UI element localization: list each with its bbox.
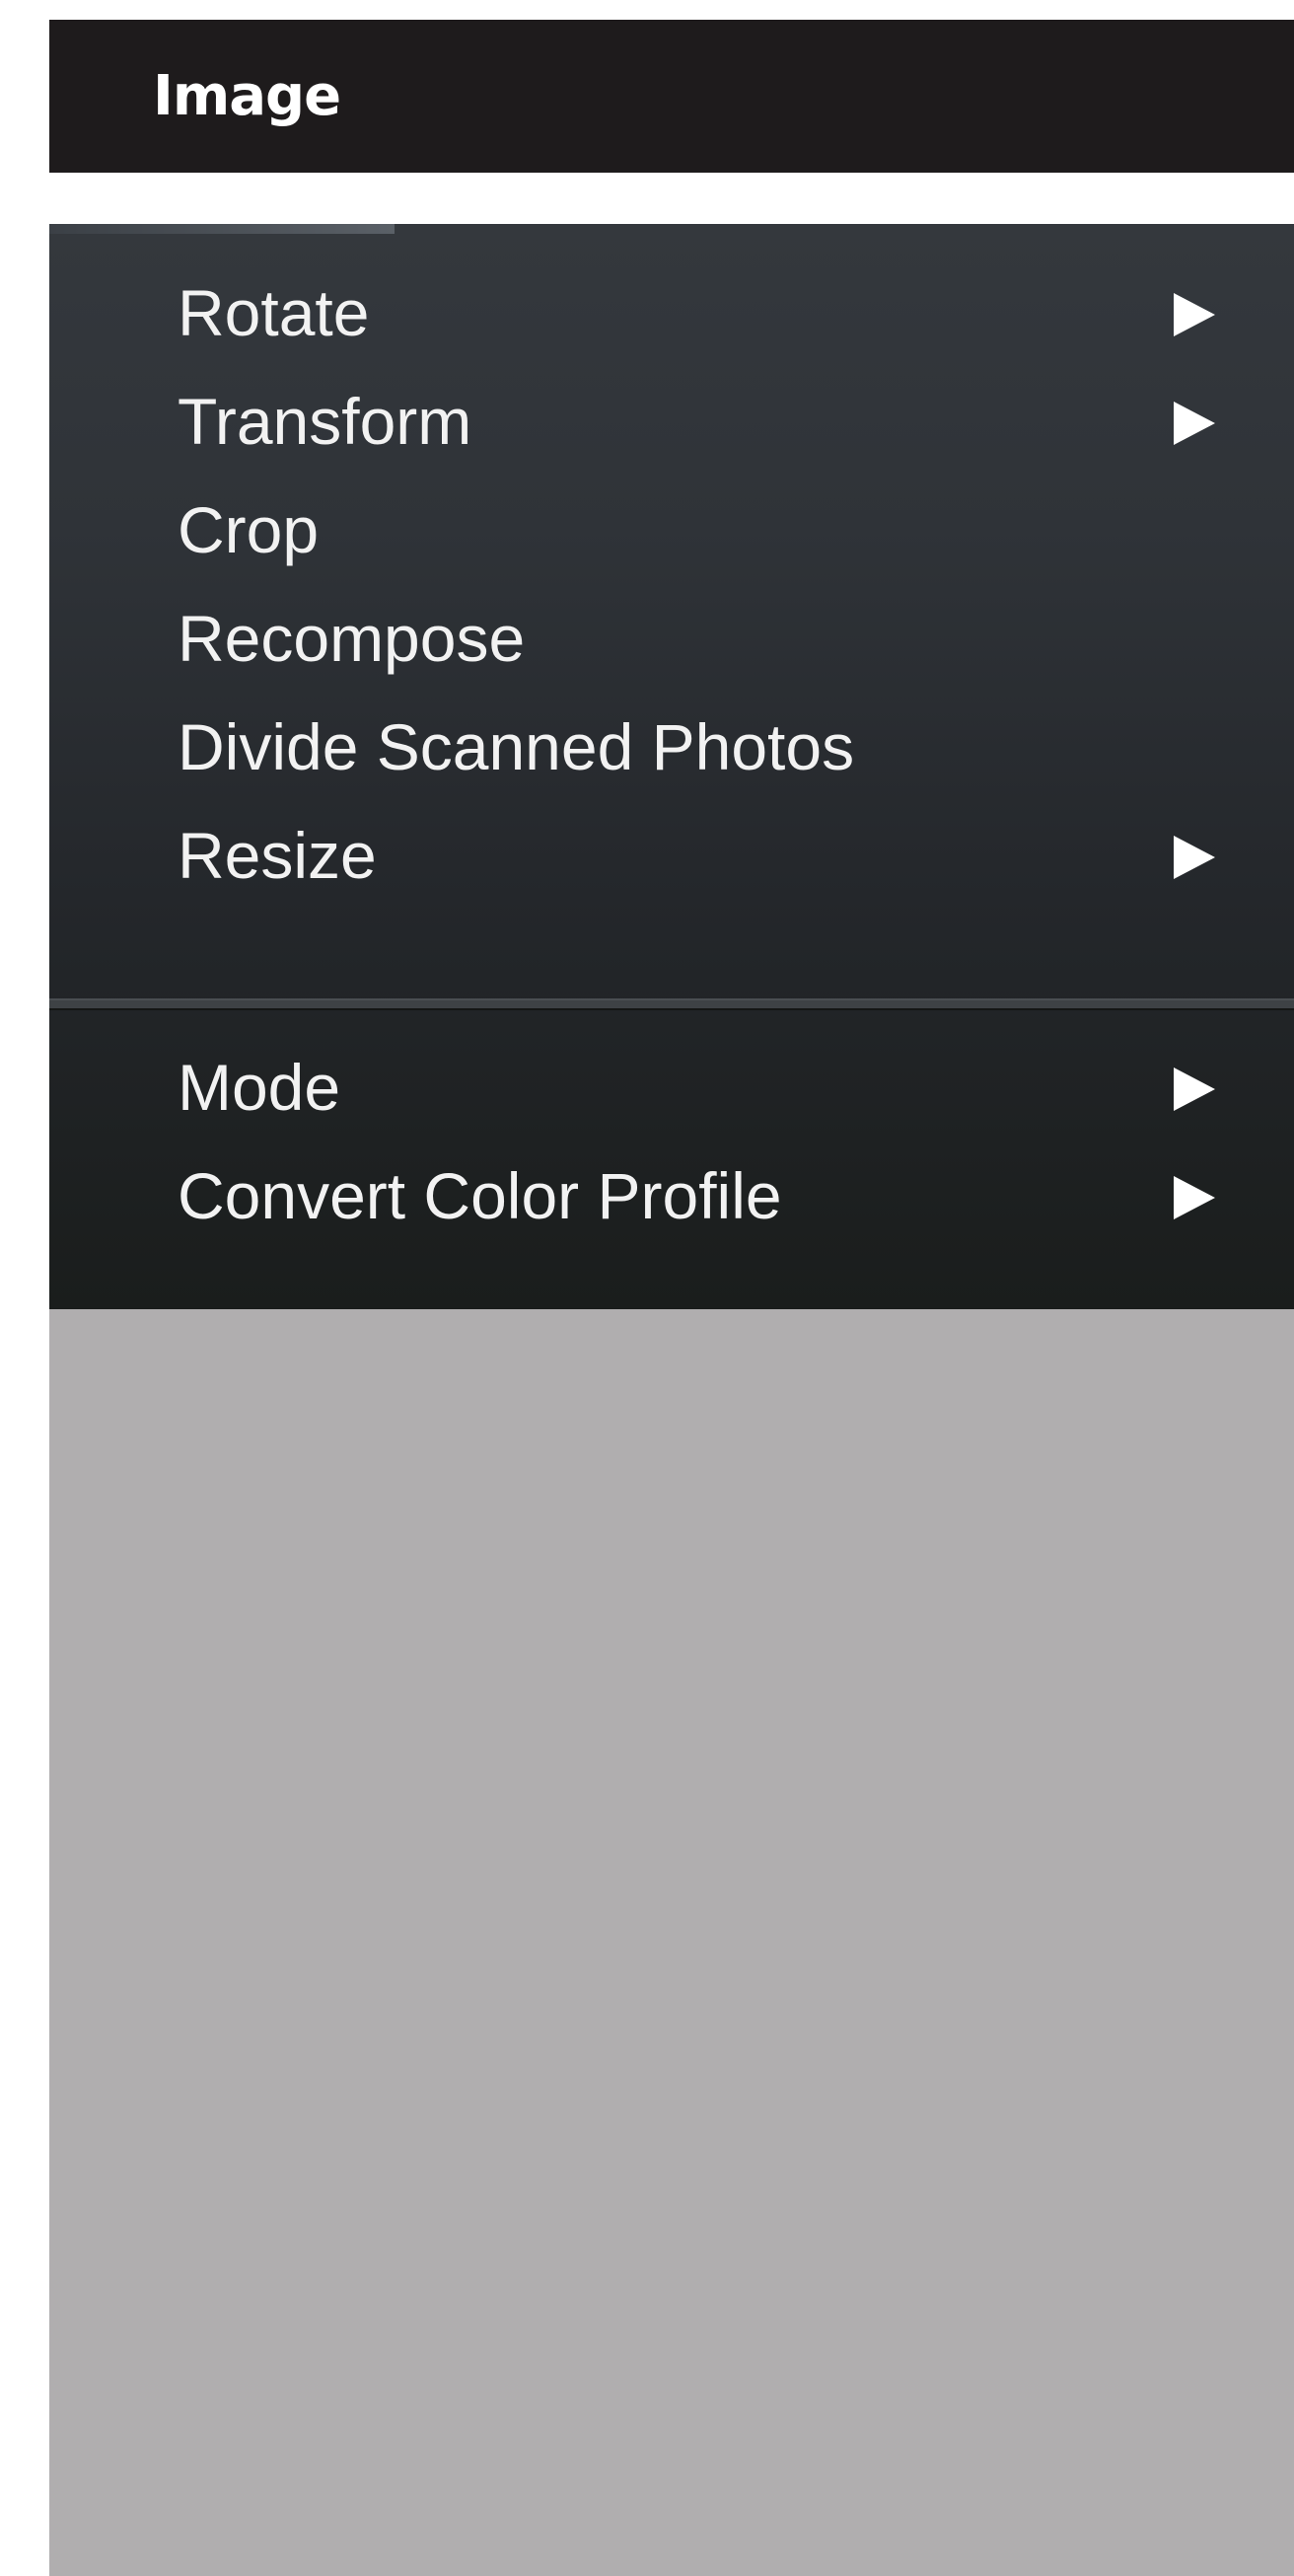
menu-item-label: Mode	[178, 1051, 341, 1124]
menu-title: Image	[153, 64, 341, 128]
menu-item-label: Recompose	[178, 602, 526, 675]
menu-item-mode[interactable]: Mode	[49, 1033, 1294, 1141]
menu-item-label: Crop	[178, 493, 320, 566]
menu-item-label: Rotate	[178, 276, 370, 349]
menu-title-bar: Image	[49, 20, 1294, 173]
submenu-arrow-icon	[1174, 1067, 1215, 1111]
menu-item-recompose[interactable]: Recompose	[49, 584, 1294, 693]
submenu-arrow-icon	[1174, 293, 1215, 336]
menu-top-highlight	[49, 224, 395, 234]
menu-separator	[49, 998, 1294, 1010]
menu-item-label: Resize	[178, 819, 377, 892]
menu-item-crop[interactable]: Crop	[49, 476, 1294, 584]
submenu-arrow-icon	[1174, 402, 1215, 445]
menu-item-rotate[interactable]: Rotate	[49, 258, 1294, 367]
menu-item-label: Transform	[178, 385, 472, 458]
submenu-arrow-icon	[1174, 836, 1215, 879]
menu-item-transform[interactable]: Transform	[49, 367, 1294, 476]
menu-item-convert-color-profile[interactable]: Convert Color Profile	[49, 1141, 1294, 1250]
menu-item-resize[interactable]: Resize	[49, 801, 1294, 910]
menu-item-label: Divide Scanned Photos	[178, 710, 855, 783]
menu-item-label: Convert Color Profile	[178, 1159, 782, 1232]
canvas-background	[49, 1309, 1294, 2576]
menu-item-divide-scanned-photos[interactable]: Divide Scanned Photos	[49, 693, 1294, 801]
submenu-arrow-icon	[1174, 1176, 1215, 1219]
image-dropdown-menu: Rotate Transform Crop Recompose Divide S…	[49, 224, 1294, 1309]
